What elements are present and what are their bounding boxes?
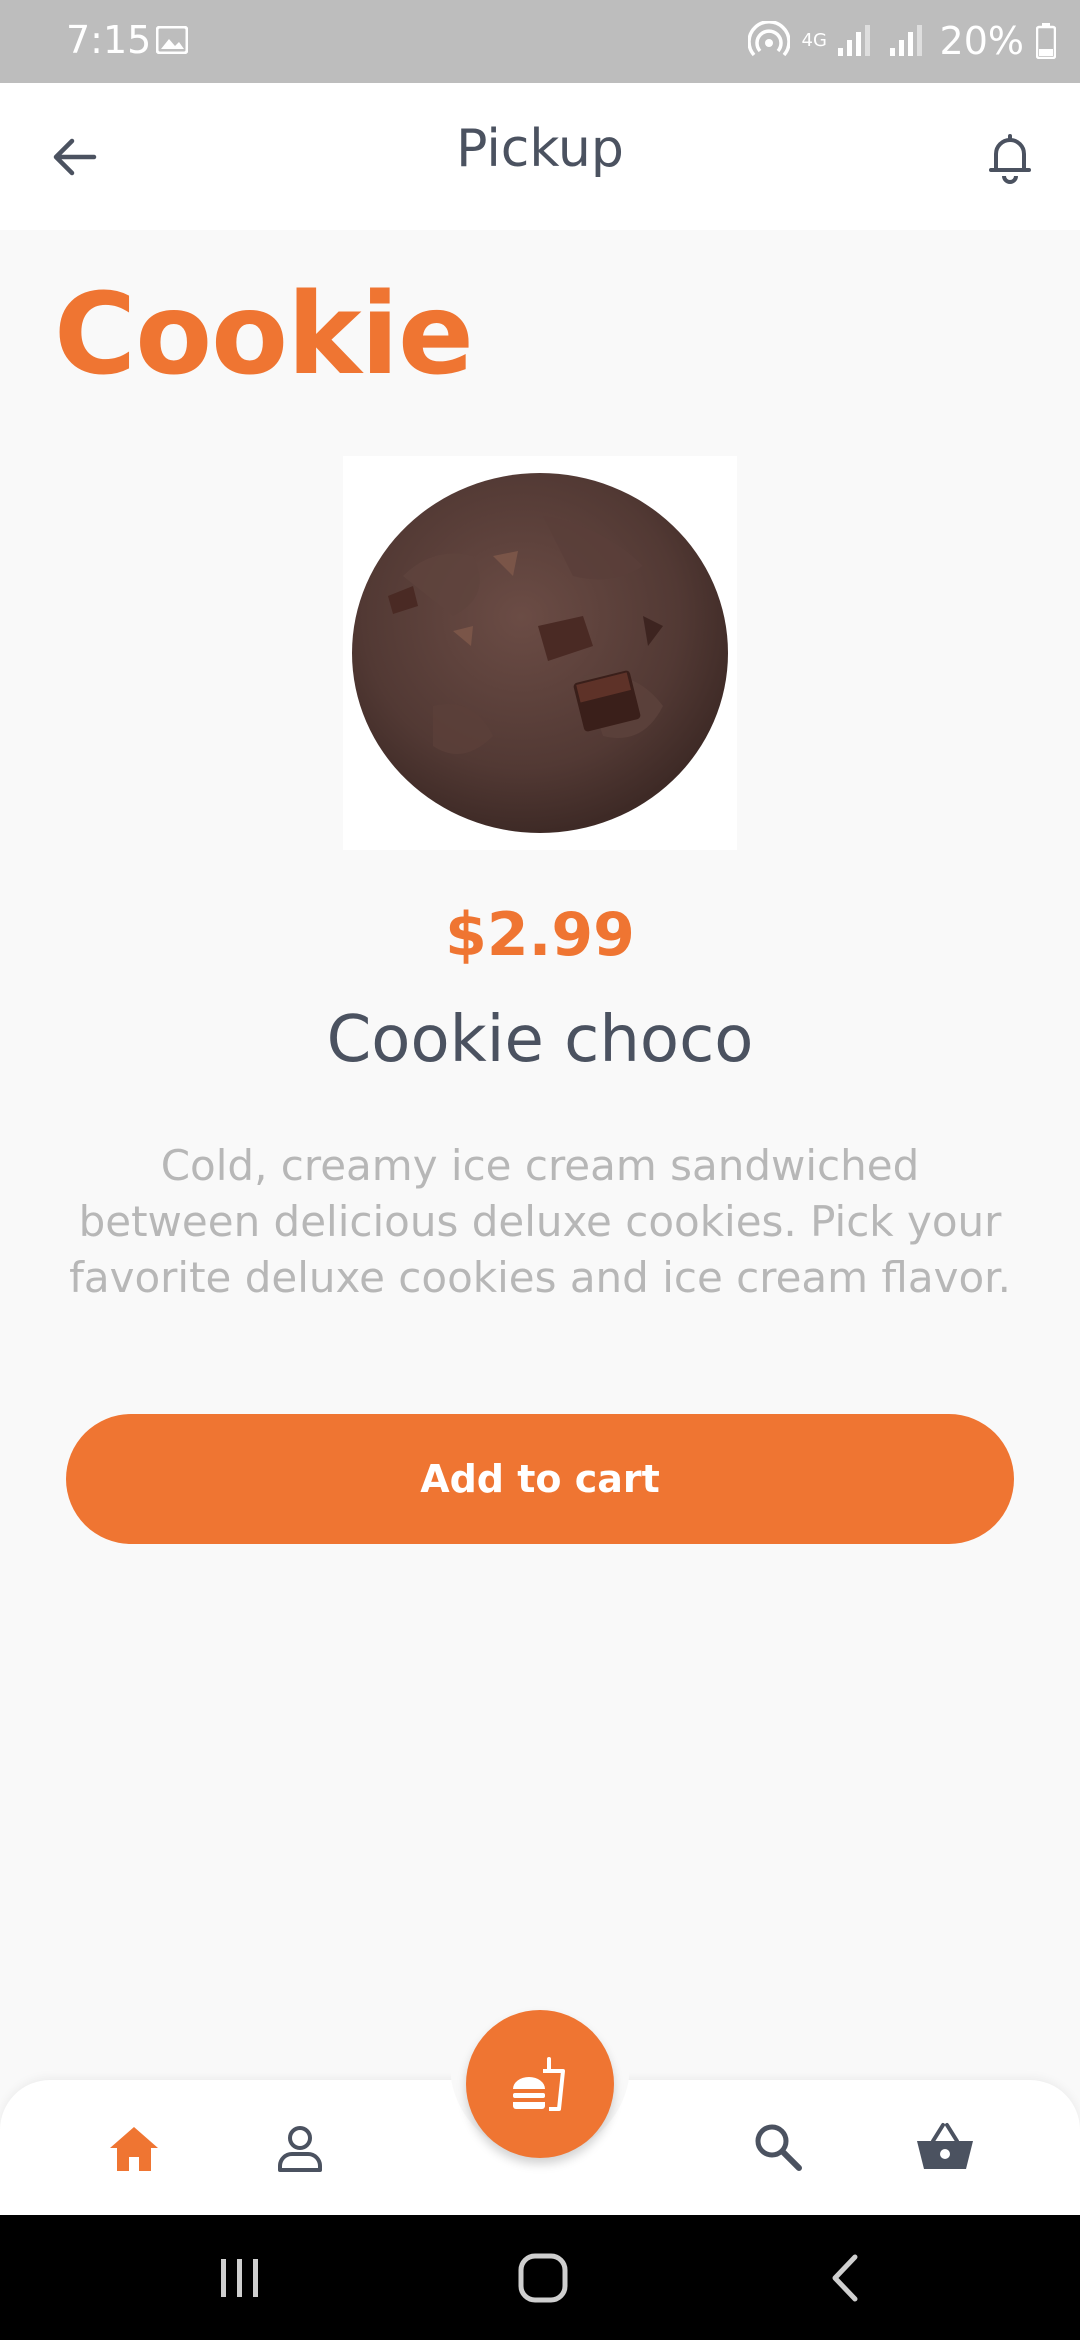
system-home-button[interactable] xyxy=(513,2253,573,2303)
battery-percent: 20% xyxy=(939,19,1024,63)
add-to-cart-button[interactable]: Add to cart xyxy=(66,1414,1014,1544)
system-back-button[interactable] xyxy=(815,2253,875,2303)
recents-icon xyxy=(221,2259,258,2297)
battery-icon xyxy=(1036,23,1056,59)
menu-fab-button[interactable] xyxy=(466,2010,614,2158)
app-bar: Pickup xyxy=(0,83,1080,230)
search-icon xyxy=(755,2124,802,2171)
status-bar: 7:15 4G 20% xyxy=(0,0,1080,83)
hotspot-icon xyxy=(747,21,790,57)
nav-home[interactable] xyxy=(99,2114,169,2184)
category-title: Cookie xyxy=(54,270,474,400)
nav-search[interactable] xyxy=(743,2112,813,2182)
home-icon xyxy=(110,2127,158,2171)
signal-2-icon xyxy=(889,25,922,56)
chevron-left-icon xyxy=(832,2254,858,2302)
person-icon xyxy=(278,2126,322,2172)
product-image xyxy=(343,456,737,850)
status-time: 7:15 xyxy=(66,18,152,62)
status-indicators: 4G 20% xyxy=(747,16,1056,66)
nav-profile[interactable] xyxy=(265,2114,335,2184)
product-description: Cold, creamy ice cream sandwiched betwee… xyxy=(69,1141,1011,1302)
bell-icon xyxy=(989,134,1031,184)
gallery-notification-icon xyxy=(156,26,188,54)
home-outline-icon xyxy=(518,2253,568,2303)
product-name: Cookie choco xyxy=(326,1003,754,1077)
menu-food-icon xyxy=(513,2057,565,2111)
signal-icon xyxy=(837,25,870,56)
network-type-label: 4G xyxy=(801,30,827,51)
recent-apps-button[interactable] xyxy=(210,2253,270,2303)
product-price: $2.99 xyxy=(445,900,635,970)
page-title: Pickup xyxy=(456,119,624,179)
system-nav-bar xyxy=(0,2215,1080,2340)
cookie-image xyxy=(352,473,728,833)
nav-basket[interactable] xyxy=(910,2112,980,2182)
basket-icon xyxy=(917,2123,973,2169)
notifications-button[interactable] xyxy=(980,125,1040,189)
